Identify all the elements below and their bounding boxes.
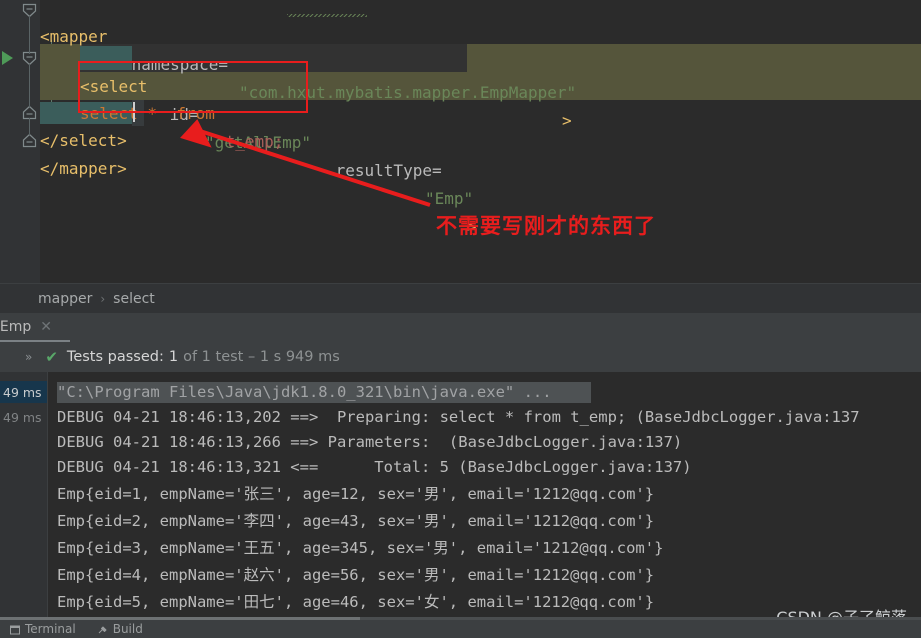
token-resulttype-value: "Emp" — [425, 189, 474, 208]
test-tab-strip[interactable]: lEmp ✕ — [0, 313, 921, 343]
spellcheck-squiggle — [287, 14, 367, 17]
console-output[interactable]: 49 ms 49 ms "C:\Program Files\Java\jdk1.… — [0, 372, 921, 620]
status-terminal-label: Terminal — [25, 622, 76, 636]
breadcrumb-item-select[interactable]: select — [113, 291, 155, 307]
console-line: Emp{eid=4, empName='赵六', age=56, sex='男'… — [57, 566, 655, 584]
code-line-mapper-close[interactable]: </mapper> — [0, 127, 921, 178]
console-line: Emp{eid=2, empName='李四', age=43, sex='男'… — [57, 512, 655, 530]
console-time-gutter: 49 ms 49 ms — [0, 372, 47, 620]
status-item-terminal[interactable]: Terminal — [10, 622, 76, 636]
status-bar[interactable]: Terminal Build — [0, 620, 921, 638]
console-line: Emp{eid=3, empName='王五', age=345, sex='男… — [57, 539, 664, 557]
tab-test-getallemp[interactable]: lEmp ✕ — [0, 313, 70, 342]
annotation-rectangle — [78, 61, 308, 113]
time-cell: 49 ms — [3, 409, 42, 425]
status-build-label: Build — [112, 622, 143, 636]
tab-label: lEmp — [0, 318, 32, 335]
token-mapper-close: </mapper> — [40, 159, 127, 178]
token-resulttype-attr: resultType= — [326, 161, 442, 180]
ide-window: <mapper namespace= "com.hxut.mybatis.map… — [0, 0, 921, 638]
tests-passed-detail: of 1 test – 1 s 949 ms — [183, 349, 340, 365]
chevron-right-icon: › — [100, 291, 106, 306]
breadcrumb-item-mapper[interactable]: mapper — [38, 291, 92, 307]
console-line: "C:\Program Files\Java\jdk1.8.0_321\bin\… — [57, 383, 552, 401]
time-cell: 49 ms — [0, 381, 47, 403]
expand-icon[interactable]: » — [25, 350, 32, 364]
close-icon[interactable]: ✕ — [40, 319, 52, 335]
check-icon: ✔ — [45, 348, 58, 366]
code-line-mapper-open[interactable]: <mapper namespace= "com.hxut.mybatis.map… — [0, 0, 921, 130]
console-divider — [47, 372, 48, 620]
terminal-icon — [10, 624, 20, 635]
tests-passed-count: 1 — [168, 349, 179, 365]
hammer-icon — [98, 624, 108, 634]
console-line: Emp{eid=5, empName='田七', age=46, sex='女'… — [57, 593, 655, 611]
code-text[interactable]: <mapper namespace= "com.hxut.mybatis.map… — [0, 0, 921, 283]
console-line: DEBUG 04-21 18:46:13,266 ==> Parameters:… — [57, 433, 683, 451]
status-item-build[interactable]: Build — [98, 622, 143, 636]
console-line: Emp{eid=1, empName='张三', age=12, sex='男'… — [57, 485, 655, 503]
breadcrumb[interactable]: mapper › select — [0, 283, 921, 313]
test-result-bar: » ✔ Tests passed: 1 of 1 test – 1 s 949 … — [0, 342, 921, 372]
tests-passed-label: Tests passed: — [66, 349, 164, 365]
console-line: DEBUG 04-21 18:46:13,321 <== Total: 5 (B… — [57, 458, 692, 476]
annotation-text: 不需要写刚才的东西了 — [436, 214, 656, 238]
console-line: DEBUG 04-21 18:46:13,202 ==> Preparing: … — [57, 408, 860, 426]
code-editor[interactable]: <mapper namespace= "com.hxut.mybatis.map… — [0, 0, 921, 283]
